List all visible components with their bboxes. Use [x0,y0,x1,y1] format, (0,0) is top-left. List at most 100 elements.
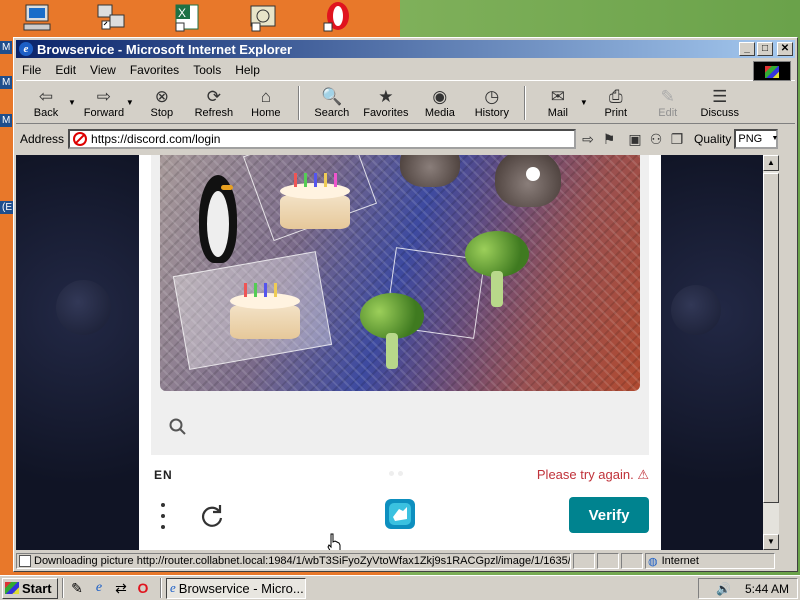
page-background-right [661,155,779,550]
quality-select[interactable]: PNG [734,129,779,149]
toolbar-separator [297,85,300,120]
history-button[interactable]: ◷ History [466,83,518,123]
opera-icon[interactable] [322,1,354,32]
mail-button[interactable]: ✉ Mail [532,83,584,123]
menu-edit[interactable]: Edit [55,63,76,77]
menu-view[interactable]: View [90,63,116,77]
stop-button[interactable]: ⊗ Stop [136,83,188,123]
globe-icon: ◍ [648,555,658,568]
refresh-challenge-icon[interactable] [199,503,225,529]
page-background-left [16,155,139,550]
status-cell [597,553,619,569]
address-label: Address [20,132,65,146]
hcaptcha-logo-icon [385,499,415,529]
cake-image[interactable] [280,173,350,229]
page-dots [389,471,403,476]
language-selector[interactable]: EN [154,468,173,482]
desktop-label: M [0,114,13,127]
owl-image[interactable] [400,155,460,187]
decorative-planet [671,285,721,335]
bookmark-icon[interactable]: ⚑ [600,130,618,148]
status-cell [573,553,595,569]
captcha-footer: EN Please try again. ⚠ Verify [139,455,661,550]
owl-image[interactable] [495,155,561,207]
close-button[interactable]: ✕ [777,42,793,56]
forward-arrow-icon: ⇨ [96,86,112,106]
menu-help[interactable]: Help [235,63,260,77]
challenge-image[interactable] [160,155,640,391]
verify-button[interactable]: Verify [569,497,649,533]
maximize-button[interactable]: □ [757,42,773,56]
edit-button[interactable]: ✎ Edit [642,83,694,123]
zone-label: Internet [661,555,699,567]
more-options-icon[interactable] [157,503,169,529]
desktop-label: (E [0,201,14,214]
excel-icon[interactable]: X [172,3,204,33]
quality-label: Quality [694,132,732,146]
binoculars-icon[interactable]: ⚇ [647,130,665,148]
discuss-icon: ☰ [712,86,728,106]
taskbar-separator [160,578,162,598]
my-computer-icon[interactable] [22,3,54,33]
show-desktop-icon[interactable]: ✎ [68,579,86,597]
menu-tools[interactable]: Tools [193,63,221,77]
refresh-icon: ⟳ [206,86,221,106]
menu-favorites[interactable]: Favorites [130,63,179,77]
page-viewport: EN Please try again. ⚠ Verify ▲ ▼ [16,155,779,550]
find-icon[interactable]: ▣ [626,130,644,148]
volume-icon[interactable]: 🔊 [716,582,731,596]
favorites-button[interactable]: ★ Favorites [358,83,414,123]
control-panel-icon[interactable] [248,3,280,33]
cake-image[interactable] [230,283,300,339]
network-icon[interactable] [96,3,128,33]
scroll-up-icon[interactable]: ▲ [763,155,779,171]
discuss-button[interactable]: ☰ Discuss [694,83,746,123]
title-bar[interactable]: e Browservice - Microsoft Internet Explo… [16,40,795,58]
back-dropdown-icon[interactable]: ▼ [68,98,76,107]
desktop-label: M [0,41,13,54]
desktop-label: M [0,76,13,89]
minimize-button[interactable]: _ [739,42,755,56]
magnifier-icon[interactable] [168,417,188,437]
broccoli-image[interactable] [360,293,424,373]
menu-bar: File Edit View Favorites Tools Help [16,60,795,81]
favorites-icon: ★ [378,86,394,106]
vertical-scrollbar[interactable]: ▲ ▼ [763,155,779,550]
broccoli-image[interactable] [465,231,529,311]
opera-quicklaunch-icon[interactable]: O [134,579,152,597]
forward-dropdown-icon[interactable]: ▼ [126,98,134,107]
status-message: Downloading picture http://router.collab… [34,555,571,567]
network-quicklaunch-icon[interactable]: ⇄ [112,579,130,597]
ie-task-icon: e [170,580,176,595]
history-icon: ◷ [484,86,500,106]
scroll-thumb[interactable] [763,173,779,503]
search-button[interactable]: 🔍 Search [306,83,358,123]
challenge-area [151,155,649,455]
captcha-widget: EN Please try again. ⚠ Verify [139,155,661,550]
scroll-down-icon[interactable]: ▼ [763,534,779,550]
taskbar-separator [62,578,64,598]
no-security-icon [73,132,88,146]
address-field[interactable]: https://discord.com/login [68,129,577,149]
print-button[interactable]: ⎙ Print [590,83,642,123]
status-message-cell: Downloading picture http://router.collab… [16,553,571,569]
go-arrow-icon[interactable]: ⇨ [579,130,597,148]
start-button[interactable]: Start [2,577,58,599]
address-bar: Address https://discord.com/login ⇨ ⚑ ▣ … [16,127,795,151]
page-loading-icon [19,555,31,567]
system-tray: 🔊 5:44 AM [698,578,798,599]
penguin-image[interactable] [195,165,241,265]
taskbar: Start ✎ e ⇄ O e Browservice - Micro... 🔊… [0,575,800,600]
selection-dot [526,167,540,181]
taskbar-item-browservice[interactable]: e Browservice - Micro... [166,577,306,599]
refresh-button[interactable]: ⟳ Refresh [188,83,240,123]
back-button[interactable]: ⇦ Back [20,83,72,123]
address-url: https://discord.com/login [91,132,221,146]
mail-dropdown-icon[interactable]: ▼ [580,98,588,107]
media-button[interactable]: ◉ Media [414,83,466,123]
menu-file[interactable]: File [22,63,41,77]
ie-quicklaunch-icon[interactable]: e [90,579,108,597]
home-button[interactable]: ⌂ Home [240,83,292,123]
forward-button[interactable]: ⇨ Forward [78,83,130,123]
copy-icon[interactable]: ❐ [668,130,686,148]
